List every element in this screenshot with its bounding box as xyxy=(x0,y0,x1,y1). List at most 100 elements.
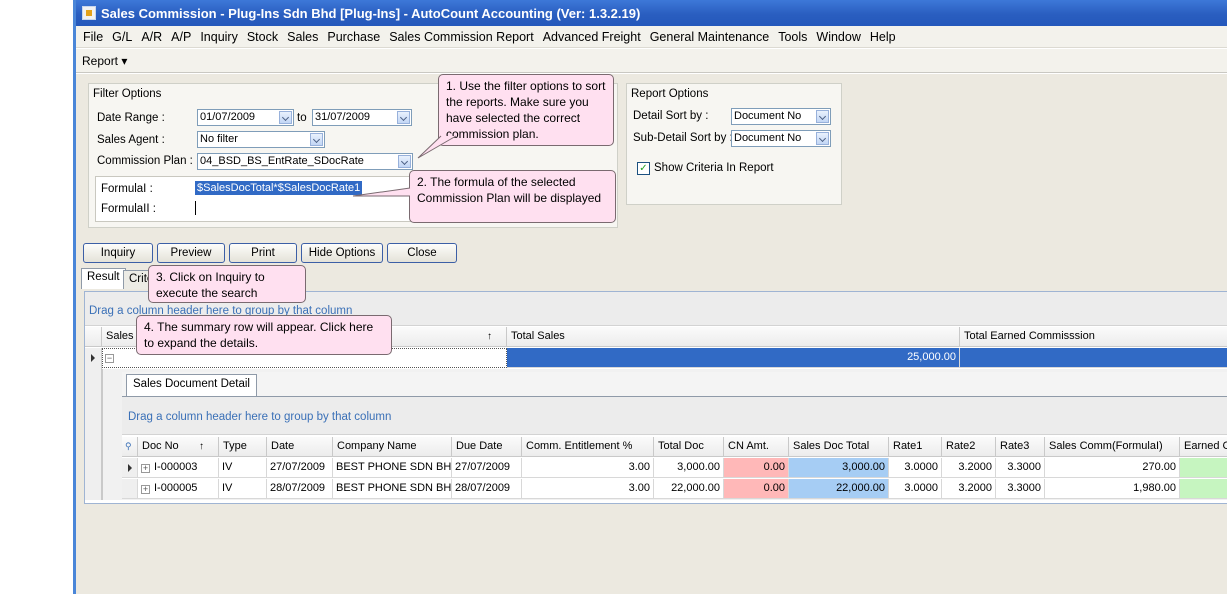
cell-company-name[interactable]: BEST PHONE SDN BHD xyxy=(333,458,452,478)
col-header-total-earned[interactable]: Total Earned Commisssion xyxy=(960,327,1227,347)
app-window: Sales Commission - Plug-Ins Sdn Bhd [Plu… xyxy=(73,0,1227,594)
to-label: to xyxy=(297,112,307,124)
col-header-rate1[interactable]: Rate1 xyxy=(889,437,942,457)
col-header-total-sales[interactable]: Total Sales xyxy=(507,327,960,347)
menu-window[interactable]: Window xyxy=(816,30,860,44)
tab-result[interactable]: Result xyxy=(81,268,126,289)
inquiry-button[interactable]: Inquiry xyxy=(83,243,153,263)
detail-body: Drag a column header here to group by th… xyxy=(122,396,1227,499)
cell-rate2[interactable]: 3.2000 xyxy=(942,479,996,499)
cell-earned-comm[interactable] xyxy=(1180,479,1227,499)
detail-sort-select[interactable]: Document No xyxy=(731,108,831,125)
chevron-down-icon[interactable] xyxy=(279,111,292,124)
formula1-input[interactable]: $SalesDocTotal*$SalesDocRate1 xyxy=(195,181,363,195)
cell-doc-no[interactable]: + I-000003 xyxy=(138,458,219,478)
cell-comm-entitlement[interactable]: 3.00 xyxy=(522,479,654,499)
sales-agent-select[interactable]: No filter xyxy=(197,131,325,148)
chevron-down-icon[interactable] xyxy=(398,155,411,168)
cell-rate1[interactable]: 3.0000 xyxy=(889,458,942,478)
expand-icon[interactable]: + xyxy=(141,464,150,473)
cell-cn-amt[interactable]: 0.00 xyxy=(724,458,789,478)
col-header-comm-entitlement[interactable]: Comm. Entitlement % xyxy=(522,437,654,457)
commission-plan-select[interactable]: 04_BSD_BS_EntRate_SDocRate xyxy=(197,153,413,170)
menu-gl[interactable]: G/L xyxy=(112,30,132,44)
date-to-field[interactable]: 31/07/2009 xyxy=(312,109,412,126)
cell-earned-comm[interactable] xyxy=(1180,458,1227,478)
doc-no-value: I-000005 xyxy=(154,482,198,494)
col-header-rate3[interactable]: Rate3 xyxy=(996,437,1045,457)
print-button[interactable]: Print xyxy=(229,243,297,263)
col-header-earned-comm[interactable]: Earned C xyxy=(1180,437,1227,457)
report-menu-button[interactable]: Report ▾ xyxy=(82,54,127,68)
cell-date[interactable]: 27/07/2009 xyxy=(267,458,333,478)
summary-total-earned[interactable] xyxy=(960,348,1227,368)
menu-sales-commission-report[interactable]: Sales Commission Report xyxy=(389,30,534,44)
col-header-due-date[interactable]: Due Date xyxy=(452,437,522,457)
cell-sales-doc-total[interactable]: 22,000.00 xyxy=(789,479,889,499)
sort-asc-icon: ↑ xyxy=(199,441,204,452)
menu-general-maintenance[interactable]: General Maintenance xyxy=(650,30,770,44)
row-indicator xyxy=(122,458,138,478)
cell-sales-doc-total[interactable]: 3,000.00 xyxy=(789,458,889,478)
detail-table: ⚲ Doc No ↑ Type Date Company Name Due Date Comm… xyxy=(122,437,1227,500)
callout-pointer-1 xyxy=(417,135,457,159)
detail-groupby-hint: Drag a column header here to group by th… xyxy=(128,411,392,423)
col-header-type[interactable]: Type xyxy=(219,437,267,457)
report-options-title: Report Options xyxy=(631,88,709,100)
cell-rate1[interactable]: 3.0000 xyxy=(889,479,942,499)
menu-stock[interactable]: Stock xyxy=(247,30,278,44)
cell-sales-comm-formula1[interactable]: 1,980.00 xyxy=(1045,479,1180,499)
preview-button[interactable]: Preview xyxy=(157,243,225,263)
cell-comm-entitlement[interactable]: 3.00 xyxy=(522,458,654,478)
chevron-down-icon[interactable] xyxy=(310,133,323,146)
col-header-sales-doc-total[interactable]: Sales Doc Total xyxy=(789,437,889,457)
date-from-field[interactable]: 01/07/2009 xyxy=(197,109,294,126)
cell-date[interactable]: 28/07/2009 xyxy=(267,479,333,499)
chevron-down-icon[interactable] xyxy=(816,110,829,123)
col-header-doc-no[interactable]: Doc No ↑ xyxy=(138,437,219,457)
menu-purchase[interactable]: Purchase xyxy=(327,30,380,44)
cell-total-doc[interactable]: 22,000.00 xyxy=(654,479,724,499)
cell-due-date[interactable]: 27/07/2009 xyxy=(452,458,522,478)
sales-agent-label: Sales Agent : xyxy=(97,134,165,146)
cell-total-doc[interactable]: 3,000.00 xyxy=(654,458,724,478)
col-header-sales-comm-formula1[interactable]: Sales Comm(FormulaI) xyxy=(1045,437,1180,457)
chevron-down-icon[interactable] xyxy=(397,111,410,124)
menu-file[interactable]: File xyxy=(83,30,103,44)
cell-cn-amt[interactable]: 0.00 xyxy=(724,479,789,499)
col-header-date[interactable]: Date xyxy=(267,437,333,457)
menu-inquiry[interactable]: Inquiry xyxy=(200,30,238,44)
col-header-cn-amt[interactable]: CN Amt. xyxy=(724,437,789,457)
menu-ap[interactable]: A/P xyxy=(171,30,191,44)
close-button[interactable]: Close xyxy=(387,243,457,263)
menu-help[interactable]: Help xyxy=(870,30,896,44)
expand-icon[interactable]: + xyxy=(141,485,150,494)
sales-agent-value: No filter xyxy=(200,133,238,145)
collapse-icon[interactable]: − xyxy=(105,354,114,363)
menu-sales[interactable]: Sales xyxy=(287,30,318,44)
cell-company-name[interactable]: BEST PHONE SDN BHD xyxy=(333,479,452,499)
col-header-rate2[interactable]: Rate2 xyxy=(942,437,996,457)
tab-sales-document-detail[interactable]: Sales Document Detail xyxy=(126,374,257,396)
cell-type[interactable]: IV xyxy=(219,458,267,478)
cell-rate3[interactable]: 3.3000 xyxy=(996,479,1045,499)
menu-advanced-freight[interactable]: Advanced Freight xyxy=(543,30,641,44)
menu-ar[interactable]: A/R xyxy=(141,30,162,44)
cell-rate3[interactable]: 3.3000 xyxy=(996,458,1045,478)
hide-options-button[interactable]: Hide Options xyxy=(301,243,383,263)
summary-total-sales[interactable]: 25,000.00 xyxy=(507,348,960,368)
chevron-down-icon[interactable] xyxy=(816,132,829,145)
filter-row-icon[interactable]: ⚲ xyxy=(122,437,138,457)
subdetail-sort-select[interactable]: Document No xyxy=(731,130,831,147)
show-criteria-checkbox[interactable]: ✓ xyxy=(637,162,650,175)
formula2-input[interactable] xyxy=(195,201,196,215)
detail-groupby-panel[interactable]: Drag a column header here to group by th… xyxy=(122,397,1227,435)
cell-doc-no[interactable]: + I-000005 xyxy=(138,479,219,499)
cell-due-date[interactable]: 28/07/2009 xyxy=(452,479,522,499)
menu-tools[interactable]: Tools xyxy=(778,30,807,44)
col-header-total-doc[interactable]: Total Doc xyxy=(654,437,724,457)
cell-sales-comm-formula1[interactable]: 270.00 xyxy=(1045,458,1180,478)
cell-type[interactable]: IV xyxy=(219,479,267,499)
cell-rate2[interactable]: 3.2000 xyxy=(942,458,996,478)
col-header-company-name[interactable]: Company Name xyxy=(333,437,452,457)
